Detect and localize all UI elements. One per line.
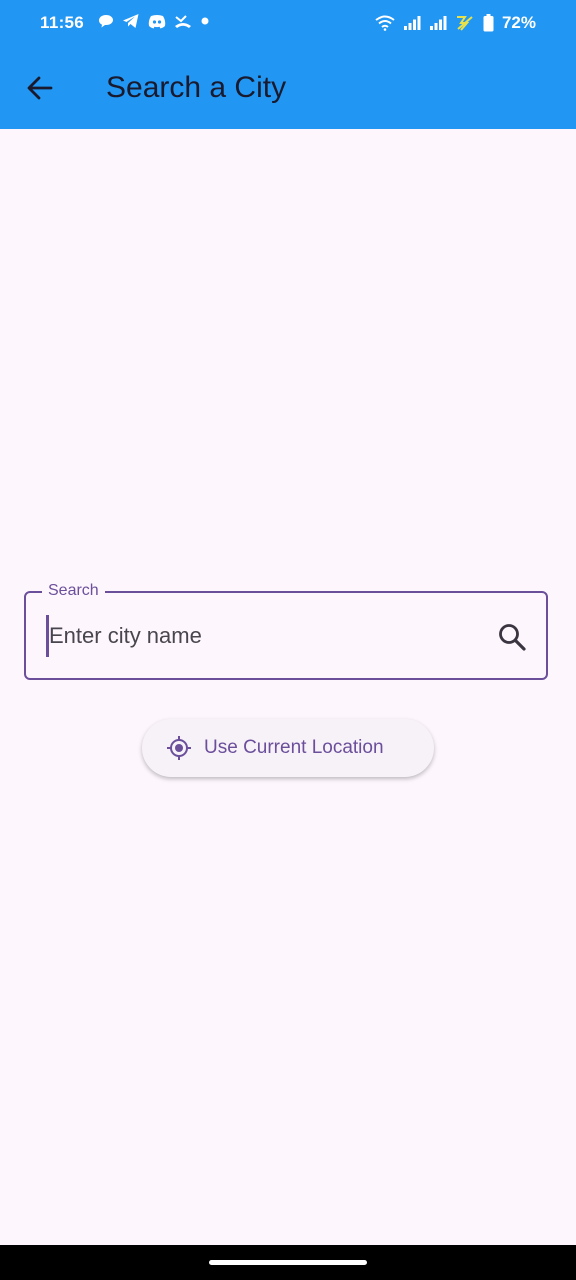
use-current-location-label: Use Current Location: [204, 737, 384, 758]
dot-icon: [201, 17, 209, 25]
battery-icon: [483, 14, 494, 32]
search-icon[interactable]: [496, 621, 528, 653]
system-icons: 72%: [375, 13, 536, 33]
crosshair-location-icon: [167, 736, 191, 760]
signal-icon: [429, 16, 447, 30]
battery-percentage: 72%: [501, 13, 536, 32]
back-button[interactable]: [20, 68, 60, 108]
no-charge-icon: [456, 16, 473, 31]
missed-call-icon: [175, 15, 191, 28]
search-label: Search: [42, 581, 105, 601]
wifi-icon: [375, 15, 395, 31]
city-search-input[interactable]: [46, 615, 481, 657]
app-bar: 11:56 72% Search a City: [0, 0, 576, 129]
home-gesture-handle[interactable]: [209, 1260, 367, 1265]
search-field[interactable]: Search: [24, 581, 548, 680]
discord-icon: [148, 14, 166, 28]
system-nav-bar: [0, 1245, 576, 1280]
use-current-location-button[interactable]: Use Current Location: [142, 719, 434, 777]
status-time: 11:56: [40, 13, 85, 32]
notification-icons: [98, 13, 210, 29]
page-title: Search a City: [106, 71, 287, 104]
telegram-icon: [123, 14, 139, 28]
chat-bubble-icon: [99, 15, 113, 28]
signal-icon: [403, 16, 421, 30]
arrow-left-icon: [27, 76, 53, 100]
status-bar: 11:56 72%: [0, 0, 576, 48]
